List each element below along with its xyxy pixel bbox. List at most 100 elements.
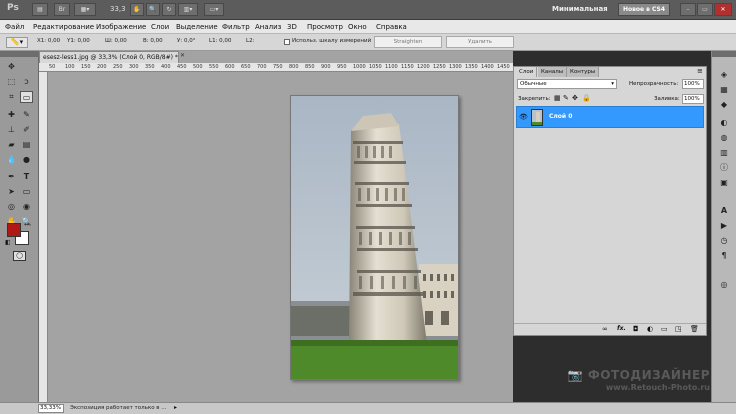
pen-tool-icon[interactable]: ✒ bbox=[5, 171, 18, 183]
document-canvas-image[interactable] bbox=[290, 95, 459, 380]
status-menu-arrow-icon[interactable]: ▸ bbox=[174, 404, 177, 411]
link-layers-icon[interactable]: ∞ bbox=[602, 325, 608, 333]
menu-window[interactable]: Окно bbox=[346, 20, 369, 34]
lasso-tool-icon[interactable]: ↄ bbox=[20, 76, 33, 88]
quick-mask-icon[interactable]: ◯ bbox=[13, 251, 26, 261]
layers-panel: Слои Каналы Контуры ≡ Обычные ▾ Непрозра… bbox=[513, 66, 707, 336]
eraser-tool-icon[interactable]: ▰ bbox=[5, 139, 18, 151]
foreground-color-swatch[interactable] bbox=[7, 223, 21, 237]
use-measurement-scale-checkbox[interactable] bbox=[284, 39, 290, 45]
ruler-tick-label: 1150 bbox=[401, 64, 414, 70]
adjustment-layer-icon[interactable]: ◐ bbox=[647, 325, 653, 333]
maximize-button[interactable]: ▭ bbox=[697, 3, 713, 16]
histogram-panel-icon[interactable]: ▥ bbox=[717, 147, 731, 159]
arrange-documents-button[interactable]: ▥▾ bbox=[178, 3, 198, 16]
ruler-tool-icon[interactable]: ▭ bbox=[20, 91, 33, 103]
straighten-button[interactable]: Straighten bbox=[374, 36, 442, 48]
brush-tool-icon[interactable]: ✎ bbox=[20, 109, 33, 121]
lock-all-icon[interactable]: 🔒 bbox=[582, 94, 591, 102]
hand-tool-button[interactable]: ✋ bbox=[130, 3, 144, 16]
dodge-tool-icon[interactable]: ● bbox=[20, 154, 33, 166]
3d-orbit-icon[interactable]: ◉ bbox=[20, 201, 33, 213]
menu-view[interactable]: Просмотр bbox=[305, 20, 345, 34]
paragraph-panel-icon[interactable]: ¶ bbox=[717, 250, 731, 262]
blur-tool-icon[interactable]: 💧 bbox=[5, 154, 18, 166]
options-bar: 📏▾ X1: 0,00 Y1: 0,00 Ш: 0,00 В: 0,00 У: … bbox=[0, 34, 736, 51]
status-zoom-input[interactable]: 33,33% bbox=[38, 404, 64, 413]
document-tab[interactable]: esesz-less1.jpg @ 33,3% (Слой 0, RGB/8#)… bbox=[39, 51, 179, 63]
path-selection-icon[interactable]: ➤ bbox=[5, 186, 18, 198]
opacity-input[interactable]: 100% bbox=[682, 79, 704, 89]
new-layer-icon[interactable]: ◳ bbox=[675, 325, 682, 333]
character-panel-icon[interactable]: A bbox=[717, 205, 731, 217]
layer-style-icon[interactable]: fx. bbox=[617, 325, 626, 332]
close-document-icon[interactable]: ✕ bbox=[180, 52, 185, 59]
zoom-tool-button[interactable]: 🔍 bbox=[146, 3, 160, 16]
shape-tool-icon[interactable]: ▭ bbox=[20, 186, 33, 198]
eye-visibility-icon[interactable]: 👁 bbox=[519, 113, 528, 121]
layer-mask-icon[interactable]: ◘ bbox=[633, 325, 639, 333]
ruler-tick-label: 750 bbox=[273, 64, 283, 70]
fill-label: Заливка: bbox=[654, 96, 680, 102]
menu-analysis[interactable]: Анализ bbox=[253, 20, 283, 34]
navigator-panel-icon[interactable]: ▣ bbox=[717, 177, 731, 189]
color-panel-icon[interactable]: ◈ bbox=[717, 69, 731, 81]
whats-new-button[interactable]: Новое в CS4 bbox=[618, 3, 670, 16]
history-brush-icon[interactable]: ✐ bbox=[20, 124, 33, 136]
healing-brush-icon[interactable]: ✚ bbox=[5, 109, 18, 121]
tab-paths[interactable]: Контуры bbox=[567, 67, 600, 77]
gradient-tool-icon[interactable]: ▤ bbox=[20, 139, 33, 151]
3d-panel-icon[interactable]: ◎ bbox=[717, 279, 731, 291]
lock-transparency-icon[interactable]: ▦ bbox=[554, 94, 561, 102]
layer-name[interactable]: Слой 0 bbox=[549, 113, 572, 120]
view-extras-button[interactable]: ▦▾ bbox=[74, 3, 96, 16]
ruler-tick-label: 950 bbox=[337, 64, 347, 70]
crop-tool-icon[interactable]: ⌗ bbox=[5, 91, 18, 103]
actions-panel-icon[interactable]: ▶ bbox=[717, 220, 731, 232]
swap-colors-icon[interactable]: ↔ bbox=[24, 221, 29, 228]
clear-button[interactable]: Удалить bbox=[446, 36, 514, 48]
menu-edit[interactable]: Редактирование bbox=[31, 20, 96, 34]
ruler-tick-label: 800 bbox=[289, 64, 299, 70]
masks-panel-icon[interactable]: ◍ bbox=[717, 132, 731, 144]
menu-select[interactable]: Выделение bbox=[174, 20, 220, 34]
info-panel-icon[interactable]: ⓘ bbox=[717, 162, 731, 174]
swatches-panel-icon[interactable]: ▦ bbox=[717, 84, 731, 96]
close-button[interactable]: ✕ bbox=[714, 3, 732, 16]
rotate-view-button[interactable]: ↻ bbox=[162, 3, 176, 16]
marquee-tool-icon[interactable]: ⬚ bbox=[5, 76, 18, 88]
history-panel-icon[interactable]: ◷ bbox=[717, 235, 731, 247]
clone-stamp-icon[interactable]: ⊥ bbox=[5, 124, 18, 136]
lock-image-icon[interactable]: ✎ bbox=[563, 94, 569, 102]
new-group-icon[interactable]: ▭ bbox=[661, 325, 668, 333]
mini-bridge-button[interactable]: ▤ bbox=[32, 3, 48, 16]
panel-menu-icon[interactable]: ≡ bbox=[697, 67, 703, 75]
type-tool-icon[interactable]: T bbox=[20, 171, 33, 183]
blend-mode-select[interactable]: Обычные ▾ bbox=[517, 79, 617, 89]
launch-bridge-button[interactable]: Br bbox=[54, 3, 70, 16]
menu-filter[interactable]: Фильтр bbox=[220, 20, 252, 34]
move-tool-icon[interactable]: ✥ bbox=[5, 61, 18, 73]
delete-layer-icon[interactable]: 🗑 bbox=[690, 325, 699, 333]
tab-layers[interactable]: Слои bbox=[516, 67, 538, 77]
menu-layers[interactable]: Слои bbox=[149, 20, 171, 34]
status-message[interactable]: Экспозиция работает только в ... bbox=[70, 405, 167, 411]
minimize-button[interactable]: – bbox=[680, 3, 696, 16]
tab-channels[interactable]: Каналы bbox=[538, 67, 568, 77]
angle-readout: У: 0,0° bbox=[177, 38, 196, 44]
workspace-label[interactable]: Минимальная bbox=[552, 5, 608, 13]
screen-mode-button[interactable]: ▭▾ bbox=[204, 3, 224, 16]
menu-image[interactable]: Изображение bbox=[94, 20, 148, 34]
menu-help[interactable]: Справка bbox=[374, 20, 409, 34]
ruler-tool-preset-icon[interactable]: 📏▾ bbox=[6, 37, 28, 48]
menu-file[interactable]: Файл bbox=[3, 20, 26, 34]
adjustments-panel-icon[interactable]: ◐ bbox=[717, 117, 731, 129]
default-colors-icon[interactable]: ◧ bbox=[5, 239, 11, 246]
fill-input[interactable]: 100% bbox=[682, 94, 704, 104]
lock-position-icon[interactable]: ✥ bbox=[572, 94, 578, 102]
zoom-level-readout[interactable]: 33,3 bbox=[110, 5, 126, 13]
layer-row[interactable]: 👁 Слой 0 bbox=[516, 106, 704, 128]
styles-panel-icon[interactable]: ◆ bbox=[717, 99, 731, 111]
menu-3d[interactable]: 3D bbox=[285, 20, 299, 34]
3d-rotate-icon[interactable]: ◎ bbox=[5, 201, 18, 213]
